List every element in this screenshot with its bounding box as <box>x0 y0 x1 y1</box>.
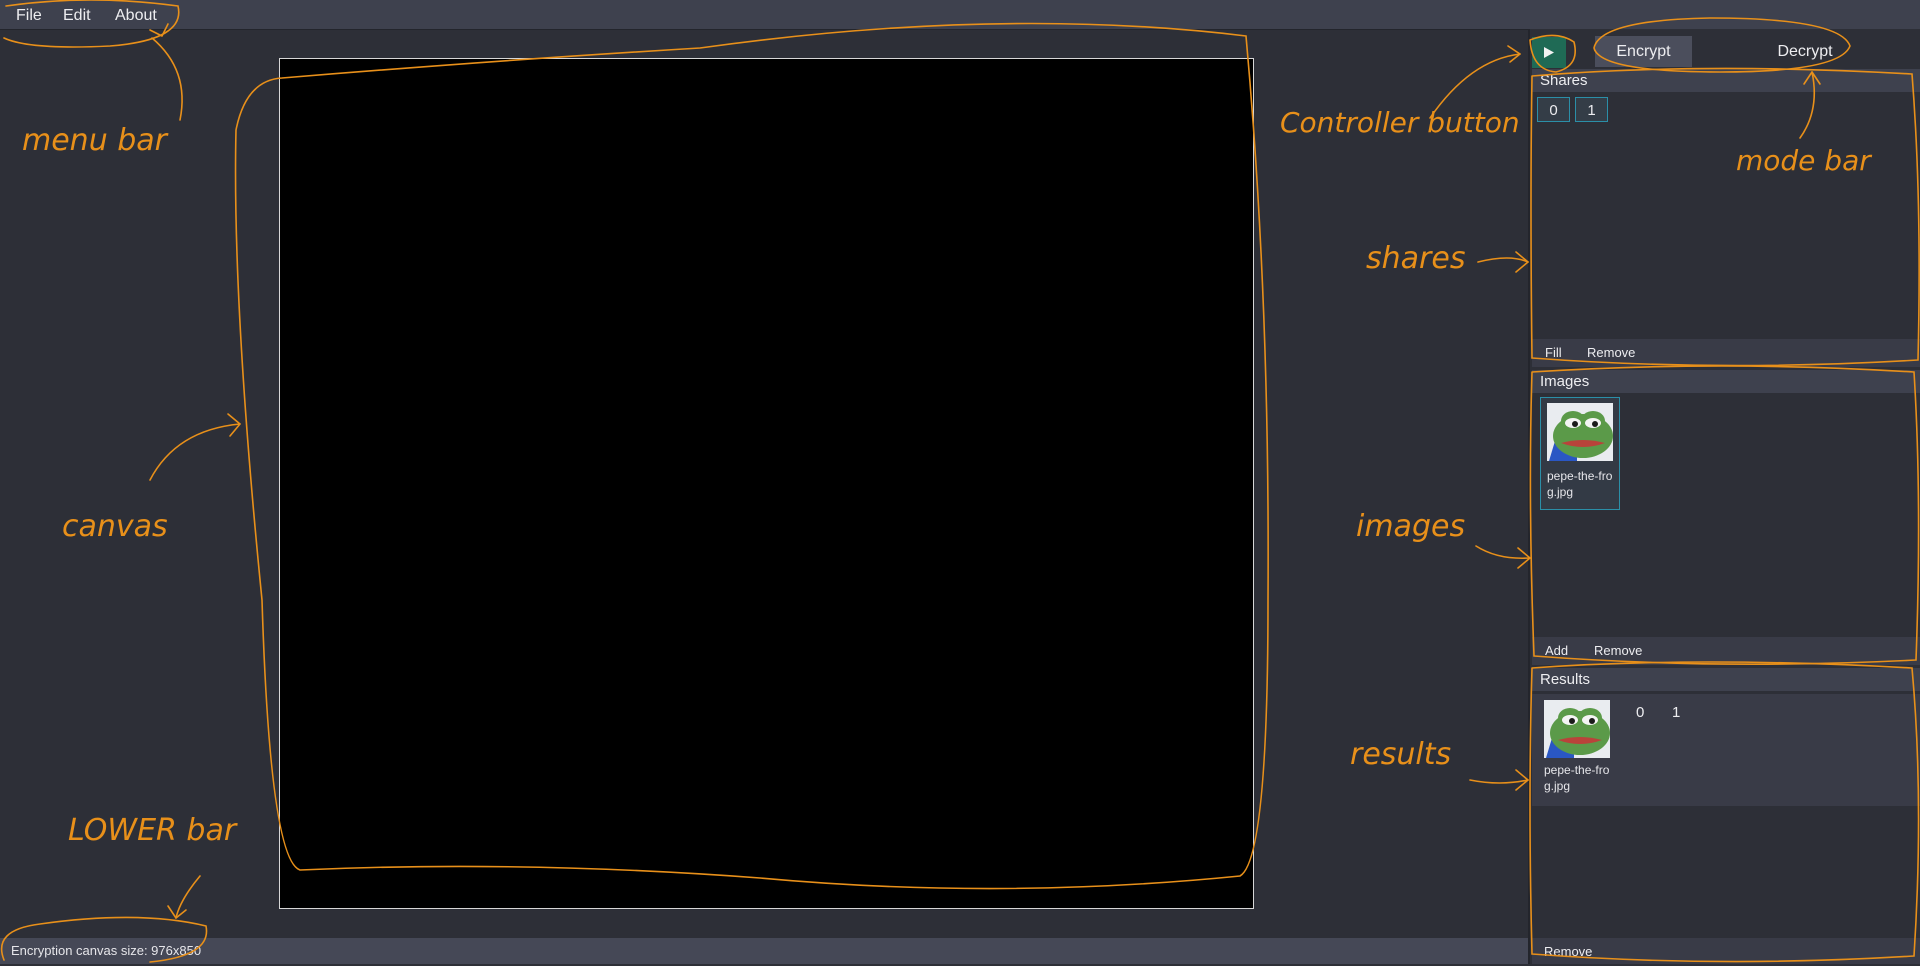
tab-decrypt[interactable]: Decrypt <box>1720 36 1890 67</box>
results-header: Results <box>1532 668 1920 691</box>
image-card[interactable]: pepe-the-frog.jpg <box>1540 397 1620 510</box>
annotation-arrow <box>1477 257 1529 263</box>
menu-file[interactable]: File <box>16 0 42 29</box>
share-chip[interactable]: 0 <box>1537 97 1570 122</box>
annotation-arrow <box>1507 45 1521 63</box>
frog-thumbnail <box>1547 403 1613 461</box>
images-remove-button[interactable]: Remove <box>1594 637 1642 665</box>
menu-edit[interactable]: Edit <box>63 0 91 29</box>
annotation-arrow <box>175 875 201 919</box>
menu-bar: File Edit About <box>0 0 1920 30</box>
annotation-arrow <box>1429 53 1521 119</box>
annotation-menu-bar: menu bar <box>22 123 169 158</box>
frog-thumbnail <box>1544 700 1610 758</box>
result-filename: pepe-the-frog.jpg <box>1544 763 1610 793</box>
shares-header: Shares <box>1532 69 1920 92</box>
result-share[interactable]: 0 <box>1636 704 1644 721</box>
status-bar: Encryption canvas size: 976x850 <box>0 938 1528 964</box>
annotation-lower-bar: LOWER bar <box>68 813 238 848</box>
images-footer: Add Remove <box>1532 637 1920 665</box>
share-chip[interactable]: 1 <box>1575 97 1608 122</box>
results-footer: Remove <box>1532 938 1920 964</box>
result-share[interactable]: 1 <box>1672 704 1680 721</box>
annotation-arrow <box>1515 769 1529 791</box>
shares-fill-button[interactable]: Fill <box>1545 339 1562 367</box>
annotation-arrow <box>151 37 183 121</box>
annotation-shares: shares <box>1366 241 1465 276</box>
run-button[interactable] <box>1532 37 1566 68</box>
shares-footer: Fill Remove <box>1532 339 1920 367</box>
annotation-arrow <box>1475 545 1531 560</box>
play-icon <box>1544 47 1554 58</box>
annotation-arrow <box>149 423 241 481</box>
status-text: Encryption canvas size: 976x850 <box>11 943 202 958</box>
annotation-arrow <box>1469 779 1529 784</box>
annotation-canvas: canvas <box>62 509 168 544</box>
tab-encrypt[interactable]: Encrypt <box>1595 36 1692 67</box>
shares-remove-button[interactable]: Remove <box>1587 339 1635 367</box>
annotation-arrow <box>167 905 187 919</box>
images-header: Images <box>1532 370 1920 393</box>
menu-about[interactable]: About <box>115 0 157 29</box>
result-row[interactable]: pepe-the-frog.jpg <box>1532 694 1920 806</box>
images-add-button[interactable]: Add <box>1545 637 1568 665</box>
annotation-controller-button: Controller button <box>1280 106 1520 139</box>
annotation-images: images <box>1356 509 1465 544</box>
image-filename: pepe-the-frog.jpg <box>1547 469 1613 499</box>
encryption-canvas[interactable] <box>279 58 1254 909</box>
annotation-arrow <box>227 413 241 437</box>
results-remove-button[interactable]: Remove <box>1544 938 1592 966</box>
annotation-results: results <box>1350 737 1451 772</box>
annotation-arrow <box>1515 251 1529 273</box>
